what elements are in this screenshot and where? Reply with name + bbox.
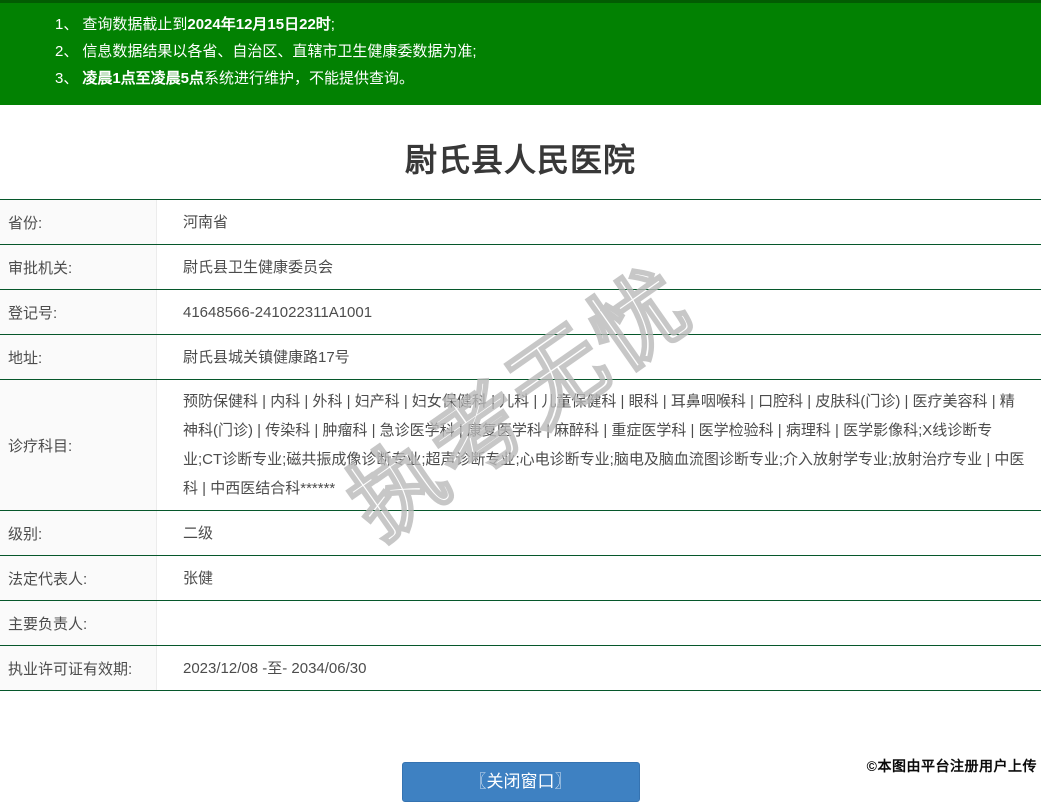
row-value: 尉氏县城关镇健康路17号 — [157, 335, 1041, 379]
row-value: 张健 — [157, 556, 1041, 600]
table-row-province: 省份: 河南省 — [0, 200, 1041, 245]
close-window-button[interactable]: 〖关闭窗口〗 — [402, 762, 640, 802]
table-row-medical-departments: 诊疗科目: 预防保健科 | 内科 | 外科 | 妇产科 | 妇女保健科 | 儿科… — [0, 380, 1041, 511]
row-value: 预防保健科 | 内科 | 外科 | 妇产科 | 妇女保健科 | 儿科 | 儿童保… — [157, 380, 1041, 510]
notice-line-3: 3、凌晨1点至凌晨5点系统进行维护，不能提供查询。 — [55, 65, 1031, 92]
row-value — [157, 601, 1041, 645]
notice-banner: 1、查询数据截止到2024年12月15日22时; 2、信息数据结果以各省、自治区… — [0, 0, 1041, 105]
row-value: 二级 — [157, 511, 1041, 555]
row-value: 2023/12/08 -至- 2034/06/30 — [157, 646, 1041, 690]
row-label: 级别: — [0, 511, 157, 555]
notice-number: 2、 — [55, 43, 78, 60]
table-row-address: 地址: 尉氏县城关镇健康路17号 — [0, 335, 1041, 380]
hospital-info-table: 省份: 河南省 审批机关: 尉氏县卫生健康委员会 登记号: 41648566-2… — [0, 199, 1041, 691]
table-row-approval-authority: 审批机关: 尉氏县卫生健康委员会 — [0, 245, 1041, 290]
notice-text-bold: 2024年12月15日22时 — [187, 16, 330, 33]
notice-text: 查询数据截止到 — [82, 16, 187, 33]
row-label: 执业许可证有效期: — [0, 646, 157, 690]
notice-number: 1、 — [55, 16, 78, 33]
row-value: 河南省 — [157, 200, 1041, 244]
table-row-legal-representative: 法定代表人: 张健 — [0, 556, 1041, 601]
row-label: 法定代表人: — [0, 556, 157, 600]
table-row-registration-number: 登记号: 41648566-241022311A1001 — [0, 290, 1041, 335]
notice-text-bold: 凌晨1点至凌晨5点 — [82, 70, 204, 87]
row-label: 登记号: — [0, 290, 157, 334]
hospital-title: 尉氏县人民医院 — [0, 135, 1041, 181]
row-label: 审批机关: — [0, 245, 157, 289]
upload-stamp-text: ©本图由平台注册用户上传 — [867, 756, 1037, 776]
notice-text: 信息数据结果以各省、自治区、直辖市卫生健康委数据为准; — [82, 43, 476, 60]
notice-line-1: 1、查询数据截止到2024年12月15日22时; — [55, 11, 1031, 38]
notice-text: ; — [331, 16, 335, 33]
row-value: 41648566-241022311A1001 — [157, 290, 1041, 334]
table-row-principal: 主要负责人: — [0, 601, 1041, 646]
notice-number: 3、 — [55, 70, 78, 87]
row-label: 诊疗科目: — [0, 380, 157, 510]
row-value: 尉氏县卫生健康委员会 — [157, 245, 1041, 289]
row-label: 主要负责人: — [0, 601, 157, 645]
notice-text: 系统进行维护，不能提供查询。 — [204, 70, 414, 87]
table-row-level: 级别: 二级 — [0, 511, 1041, 556]
row-label: 省份: — [0, 200, 157, 244]
row-label: 地址: — [0, 335, 157, 379]
notice-line-2: 2、信息数据结果以各省、自治区、直辖市卫生健康委数据为准; — [55, 38, 1031, 65]
table-row-license-validity: 执业许可证有效期: 2023/12/08 -至- 2034/06/30 — [0, 646, 1041, 691]
